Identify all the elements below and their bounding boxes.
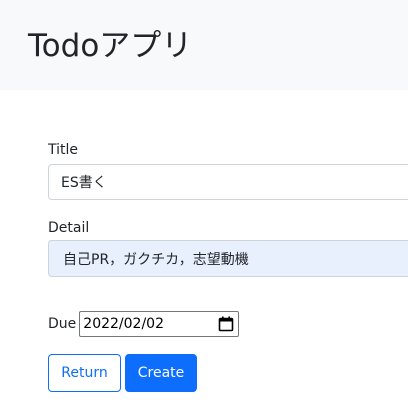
title-input[interactable]: [48, 164, 408, 200]
detail-input[interactable]: [48, 240, 408, 277]
title-label: Title: [48, 142, 79, 158]
return-button[interactable]: Return: [48, 354, 121, 392]
app-title: Todoアプリ: [28, 28, 193, 64]
due-date-input[interactable]: 2022/02/02: [79, 311, 240, 337]
detail-label: Detail: [48, 220, 90, 236]
due-label: Due: [48, 316, 77, 332]
calendar-icon[interactable]: [218, 316, 234, 332]
navbar: Todoアプリ: [0, 0, 408, 90]
create-button[interactable]: Create: [125, 354, 197, 392]
due-row: Due 2022/02/02: [48, 311, 240, 337]
due-date-value: 2022/02/02: [83, 316, 164, 332]
